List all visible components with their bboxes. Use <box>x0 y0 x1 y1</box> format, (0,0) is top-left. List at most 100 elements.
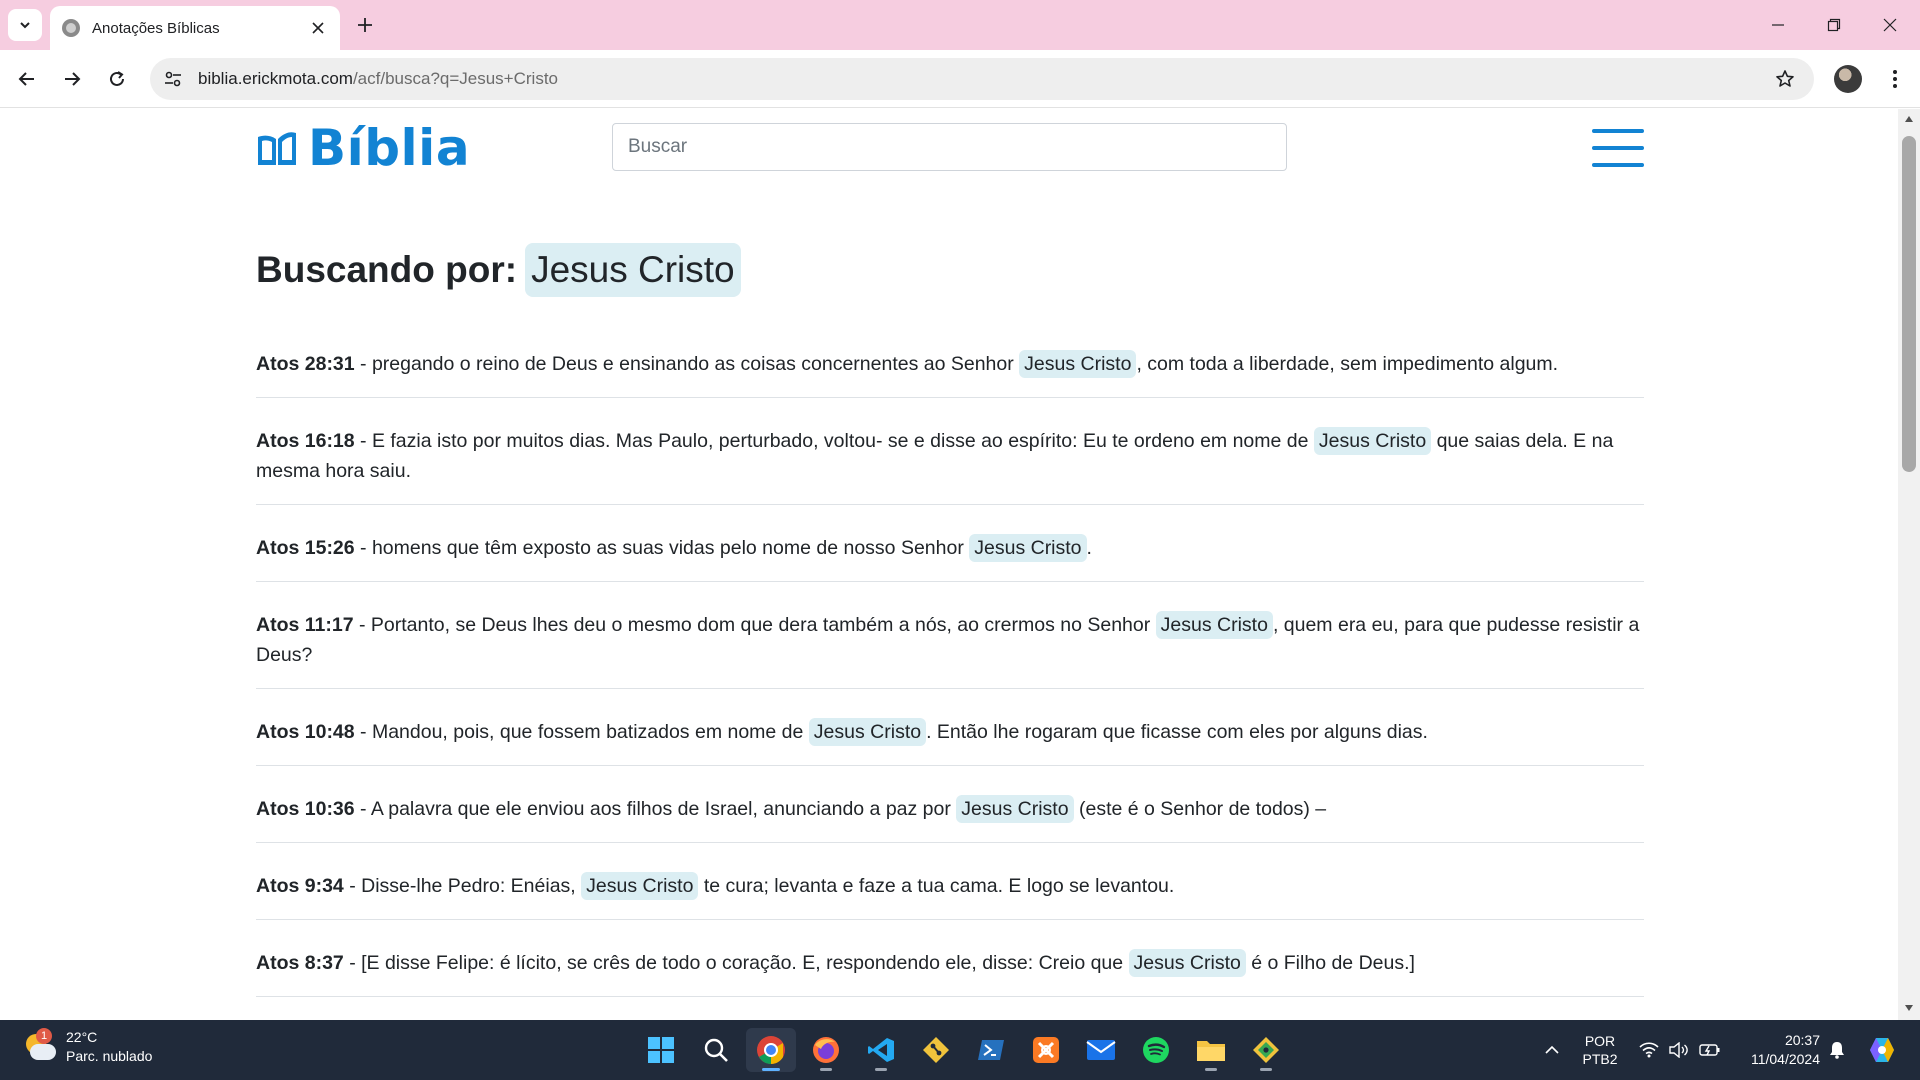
match-highlight: Jesus Cristo <box>1128 949 1246 977</box>
browser-tab-strip: Anotações Bíblicas <box>0 0 1920 50</box>
clock-time: 20:37 <box>1784 1032 1820 1048</box>
git-gui-icon <box>1253 1037 1279 1063</box>
verse-reference-link[interactable]: Atos 15:26 <box>256 537 355 559</box>
match-highlight: Jesus Cristo <box>956 795 1074 823</box>
match-highlight: Jesus Cristo <box>581 872 699 900</box>
close-tab-button[interactable] <box>308 18 328 38</box>
close-icon <box>1883 18 1897 32</box>
scroll-down-icon[interactable] <box>1903 1002 1915 1014</box>
result-item: Atos 16:18 - E fazia isto por muitos dia… <box>256 426 1644 505</box>
system-clock[interactable]: 20:37 11/04/2024 <box>1730 1020 1820 1080</box>
reload-button[interactable] <box>100 62 134 96</box>
arrow-right-icon <box>65 72 81 86</box>
match-highlight: Jesus Cristo <box>1155 611 1273 639</box>
url-host: biblia.erickmota.com <box>198 69 353 88</box>
taskbar-xampp[interactable] <box>1021 1028 1071 1072</box>
browser-tab-active[interactable]: Anotações Bíblicas <box>50 6 340 50</box>
verse-text: . Então lhe rogaram que ficasse com eles… <box>926 721 1428 743</box>
search-query-highlight: Jesus Cristo <box>525 243 741 297</box>
verse-text: - Mandou, pois, que fossem batizados em … <box>354 721 809 743</box>
verse-reference-link[interactable]: Atos 28:31 <box>256 353 355 375</box>
bookmark-button[interactable] <box>1768 62 1802 96</box>
verse-text: - E fazia isto por muitos dias. Mas Paul… <box>354 430 1314 452</box>
restore-button[interactable] <box>1806 0 1862 50</box>
taskbar-chrome[interactable] <box>746 1028 796 1072</box>
browser-toolbar: biblia.erickmota.com/acf/busca?q=Jesus+C… <box>0 50 1920 108</box>
back-button[interactable] <box>10 62 44 96</box>
menu-button[interactable] <box>1592 129 1644 167</box>
taskbar-vscode[interactable] <box>856 1028 906 1072</box>
result-item: Atos 15:26 - homens que têm exposto as s… <box>256 533 1644 582</box>
search-input[interactable] <box>612 123 1287 171</box>
input-language[interactable]: POR PTB2 <box>1572 1020 1628 1080</box>
notifications-button[interactable] <box>1822 1020 1852 1080</box>
verse-reference-link[interactable]: Atos 9:34 <box>256 875 344 897</box>
match-highlight: Jesus Cristo <box>1019 350 1137 378</box>
battery-status[interactable] <box>1694 1020 1726 1080</box>
weather-widget[interactable]: 1 22°C Parc. nublado <box>22 1028 152 1066</box>
verse-text: - Portanto, se Deus lhes deu o mesmo dom… <box>353 614 1156 636</box>
taskbar-mail[interactable] <box>1076 1028 1126 1072</box>
weather-desc: Parc. nublado <box>66 1048 153 1064</box>
profile-avatar[interactable] <box>1834 65 1862 93</box>
result-item: Atos 10:36 - A palavra que ele enviou ao… <box>256 794 1644 843</box>
taskbar-powershell[interactable] <box>966 1028 1016 1072</box>
taskbar-search-button[interactable] <box>691 1028 741 1072</box>
volume-control[interactable] <box>1664 1020 1694 1080</box>
taskbar-git[interactable] <box>911 1028 961 1072</box>
verse-reference-link[interactable]: Atos 10:48 <box>256 721 355 743</box>
search-results: Atos 28:31 - pregando o reino de Deus e … <box>256 349 1644 1020</box>
result-item: Atos 8:37 - [E disse Felipe: é lícito, s… <box>256 948 1644 997</box>
hamburger-bar <box>1592 163 1644 167</box>
scroll-thumb[interactable] <box>1902 136 1916 472</box>
minimize-icon <box>1772 24 1784 26</box>
globe-icon <box>62 19 80 37</box>
powershell-icon <box>978 1040 1004 1060</box>
plus-icon <box>358 18 372 32</box>
new-tab-button[interactable] <box>350 10 380 40</box>
weather-temp: 22°C <box>66 1029 98 1045</box>
start-icon <box>648 1037 674 1063</box>
copilot-button[interactable] <box>1862 1020 1902 1080</box>
verse-text: - homens que têm exposto as suas vidas p… <box>354 537 970 559</box>
address-bar[interactable]: biblia.erickmota.com/acf/busca?q=Jesus+C… <box>150 58 1814 100</box>
close-window-button[interactable] <box>1862 0 1918 50</box>
start-button[interactable] <box>636 1028 686 1072</box>
result-item: Atos 10:48 - Mandou, pois, que fossem ba… <box>256 717 1644 766</box>
bell-icon <box>1830 1042 1844 1059</box>
taskbar-spotify[interactable] <box>1131 1028 1181 1072</box>
taskbar-firefox[interactable] <box>801 1028 851 1072</box>
show-hidden-icons-button[interactable] <box>1536 1020 1568 1080</box>
mail-icon <box>1086 1040 1116 1060</box>
battery-charging-icon <box>1699 1044 1720 1056</box>
hamburger-bar <box>1592 129 1644 133</box>
wifi-icon <box>1639 1042 1659 1058</box>
minimize-button[interactable] <box>1750 0 1806 50</box>
forward-button[interactable] <box>55 62 89 96</box>
scroll-up-icon[interactable] <box>1903 113 1915 125</box>
hamburger-bar <box>1592 146 1644 150</box>
verse-reference-link[interactable]: Atos 11:17 <box>256 614 354 636</box>
speaker-icon <box>1669 1042 1688 1058</box>
page-title: Buscando por: Jesus Cristo <box>256 243 741 297</box>
site-logo[interactable]: Bíblia <box>256 119 470 177</box>
page-viewport: Bíblia Buscando por: Jesus Cristo Atos 2… <box>0 109 1920 1020</box>
verse-reference-link[interactable]: Atos 10:36 <box>256 798 355 820</box>
page-title-label: Buscando por: <box>256 249 518 290</box>
page-scrollbar[interactable] <box>1898 109 1920 1020</box>
browser-menu-button[interactable] <box>1878 62 1912 96</box>
verse-reference-link[interactable]: Atos 16:18 <box>256 430 355 452</box>
page-container: Bíblia Buscando por: Jesus Cristo Atos 2… <box>256 109 1644 997</box>
taskbar-file-explorer[interactable] <box>1186 1028 1236 1072</box>
taskbar-git-gui[interactable] <box>1241 1028 1291 1072</box>
verse-text: - A palavra que ele enviou aos filhos de… <box>354 798 957 820</box>
verse-text: (este é o Senhor de todos) – <box>1073 798 1327 820</box>
firefox-icon <box>813 1037 839 1063</box>
network-status[interactable] <box>1634 1020 1664 1080</box>
logo-text: Bíblia <box>308 119 471 177</box>
tab-search-button[interactable] <box>8 9 42 41</box>
tune-icon <box>165 71 181 87</box>
verse-reference-link[interactable]: Atos 8:37 <box>256 952 344 974</box>
site-info-button[interactable] <box>156 62 190 96</box>
keyboard-layout: PTB2 <box>1582 1051 1618 1067</box>
